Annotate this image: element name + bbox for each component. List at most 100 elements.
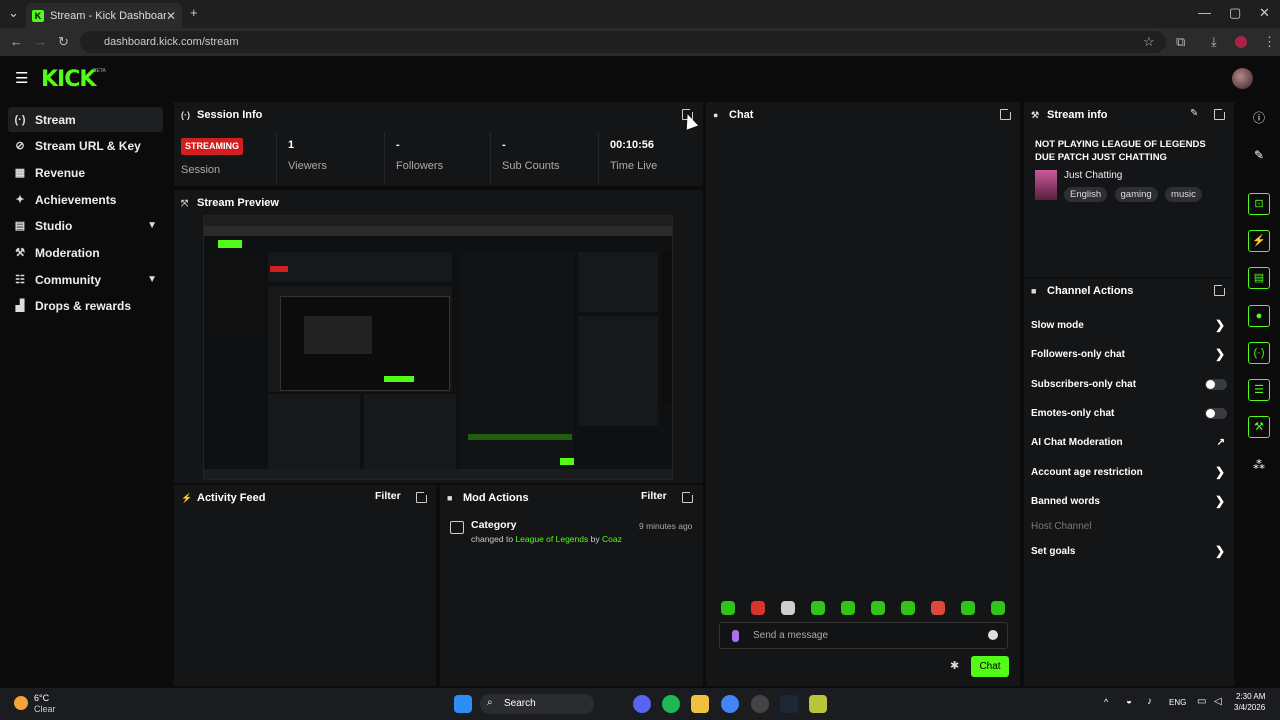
reload-icon[interactable]: ↻ xyxy=(58,34,69,50)
sidebar-item-stream[interactable]: (·) Stream xyxy=(8,107,163,132)
chevron-right-icon: ❯ xyxy=(1214,494,1225,508)
emote-icon[interactable] xyxy=(901,601,915,615)
popout-icon[interactable] xyxy=(1214,283,1227,296)
chat-input[interactable]: Send a message xyxy=(719,622,1008,649)
document-icon[interactable]: ▤ xyxy=(1248,267,1270,289)
channel-action-label: Host Channel xyxy=(1031,520,1092,532)
windows-start-icon[interactable] xyxy=(454,695,472,713)
ai-chat-moderation-row[interactable]: AI Chat Moderation ↗ xyxy=(1031,432,1227,452)
followers-only-row[interactable]: Followers-only chat ❯ xyxy=(1031,344,1227,364)
taskbar-search[interactable]: ⌕ Search xyxy=(480,694,594,714)
emoji-icon[interactable] xyxy=(988,630,998,640)
back-icon[interactable]: ← xyxy=(10,34,23,49)
close-tab-icon[interactable]: ✕ xyxy=(166,9,176,23)
time-live-value: 00:10:56 xyxy=(610,139,655,151)
chat-panel: ● Chat xyxy=(706,102,1020,686)
hamburger-menu-icon[interactable]: ☰ xyxy=(15,69,28,87)
community-icon: ☷ xyxy=(15,274,25,286)
emotes-only-toggle[interactable] xyxy=(1205,407,1227,419)
lightning-icon[interactable]: ⚡ xyxy=(1248,230,1270,252)
address-bar[interactable]: dashboard.kick.com/stream xyxy=(80,31,1166,53)
discord-icon[interactable] xyxy=(633,695,651,713)
panel-title: Session Info xyxy=(197,109,263,121)
wifi-icon[interactable]: ▭ xyxy=(1197,696,1206,707)
sidebar-item-drops-rewards[interactable]: ▟ Drops & rewards xyxy=(8,293,163,318)
emote-icon[interactable] xyxy=(841,601,855,615)
emote-icon[interactable] xyxy=(721,601,735,615)
sidebar-item-stream-url-key[interactable]: ⊘ Stream URL & Key xyxy=(8,133,163,158)
chrome-icon[interactable] xyxy=(721,695,739,713)
download-icon[interactable]: ⤓ xyxy=(1211,34,1217,50)
extensions-icon[interactable]: ⧉ xyxy=(1176,34,1185,50)
emote-icon[interactable] xyxy=(991,601,1005,615)
emote-icon[interactable] xyxy=(931,601,945,615)
microphone-tray-icon[interactable]: ♪ xyxy=(1147,696,1152,707)
emote-icon[interactable] xyxy=(961,601,975,615)
edit-pencil-icon[interactable]: ✎ xyxy=(1190,108,1198,119)
kick-logo[interactable]: KICK xyxy=(41,67,96,92)
sidebar-item-moderation[interactable]: ⚒ Moderation xyxy=(8,240,163,265)
new-tab-icon[interactable]: + xyxy=(190,5,198,20)
slow-mode-row[interactable]: Slow mode ❯ xyxy=(1031,315,1227,335)
activity-filter-button[interactable]: Filter xyxy=(375,490,401,502)
mod-entry-user-link[interactable]: Coaz xyxy=(602,534,622,544)
url-text: dashboard.kick.com/stream xyxy=(104,36,239,48)
close-window-icon[interactable]: ✕ xyxy=(1259,5,1270,21)
broadcast-icon[interactable]: (·) xyxy=(1248,342,1270,364)
minimize-icon[interactable]: — xyxy=(1198,5,1211,20)
maximize-icon[interactable]: ▢ xyxy=(1229,5,1241,21)
volume-icon[interactable]: ◁ xyxy=(1214,696,1222,707)
list-icon[interactable]: ☰ xyxy=(1248,379,1270,401)
chat-settings-gear-icon[interactable]: ✱ xyxy=(950,659,959,672)
panel-title: Mod Actions xyxy=(463,492,529,504)
popout-icon[interactable] xyxy=(416,490,429,503)
tray-chevron-icon[interactable]: ^ xyxy=(1104,697,1108,707)
chat-send-button[interactable]: Chat xyxy=(971,656,1009,677)
sidebar-item-studio[interactable]: ▤ Studio ▼ xyxy=(8,213,163,238)
emote-icon[interactable] xyxy=(811,601,825,615)
popout-icon[interactable] xyxy=(1000,107,1013,120)
microphone-icon[interactable] xyxy=(732,630,739,642)
profile-icon[interactable] xyxy=(1235,36,1247,48)
app-icon[interactable] xyxy=(809,695,827,713)
banned-words-row[interactable]: Banned words ❯ xyxy=(1031,491,1227,511)
subscribers-only-toggle[interactable] xyxy=(1205,378,1227,390)
focus-icon[interactable]: ⊡ xyxy=(1248,193,1270,215)
popout-icon[interactable] xyxy=(682,490,695,503)
set-goals-row[interactable]: Set goals ❯ xyxy=(1031,541,1227,561)
clock-time[interactable]: 2:30 AM xyxy=(1236,692,1265,701)
steam-icon[interactable] xyxy=(780,695,798,713)
stream-tags: English gaming music xyxy=(1064,186,1206,202)
file-explorer-icon[interactable] xyxy=(691,695,709,713)
sidebar-item-revenue[interactable]: ▦ Revenue xyxy=(8,160,163,185)
emote-icon[interactable] xyxy=(751,601,765,615)
mod-entry-game-link[interactable]: League of Legends xyxy=(515,534,588,544)
popout-icon[interactable] xyxy=(1214,107,1227,120)
chat-bubble-icon[interactable]: ● xyxy=(1248,305,1270,327)
sidebar-item-achievements[interactable]: ✦ Achievements xyxy=(8,187,163,212)
emote-icon[interactable] xyxy=(871,601,885,615)
account-age-row[interactable]: Account age restriction ❯ xyxy=(1031,462,1227,482)
browser-tab[interactable]: K Stream - Kick Dashboard ✕ xyxy=(26,3,182,28)
sidebar-nav: (·) Stream ⊘ Stream URL & Key ▦ Revenue … xyxy=(0,100,170,686)
obs-icon[interactable] xyxy=(751,695,769,713)
sidebar-item-label: Stream URL & Key xyxy=(35,138,141,153)
spotify-icon[interactable] xyxy=(662,695,680,713)
tab-list-icon[interactable]: ⌄ xyxy=(8,5,19,21)
stream-preview-video[interactable] xyxy=(203,215,673,480)
user-avatar[interactable] xyxy=(1232,68,1253,89)
add-widget-icon[interactable]: ⁂ xyxy=(1248,454,1270,476)
info-icon[interactable]: ⓘ xyxy=(1248,107,1270,129)
clock-date[interactable]: 3/4/2026 xyxy=(1234,703,1265,712)
browser-menu-icon[interactable]: ⋮ xyxy=(1263,34,1276,50)
network-icon[interactable]: ◒ xyxy=(1126,696,1132,707)
sidebar-item-community[interactable]: ☷ Community ▼ xyxy=(8,267,163,292)
streaming-status-badge: STREAMING xyxy=(181,138,243,155)
pencil-icon[interactable]: ✎ xyxy=(1248,144,1270,166)
mod-filter-button[interactable]: Filter xyxy=(641,490,667,502)
bookmark-star-icon[interactable]: ☆ xyxy=(1143,34,1155,50)
forward-icon[interactable]: → xyxy=(34,34,47,49)
language-indicator[interactable]: ENG xyxy=(1169,698,1186,707)
emote-icon[interactable] xyxy=(781,601,795,615)
wrench-icon[interactable]: ⚒ xyxy=(1248,416,1270,438)
